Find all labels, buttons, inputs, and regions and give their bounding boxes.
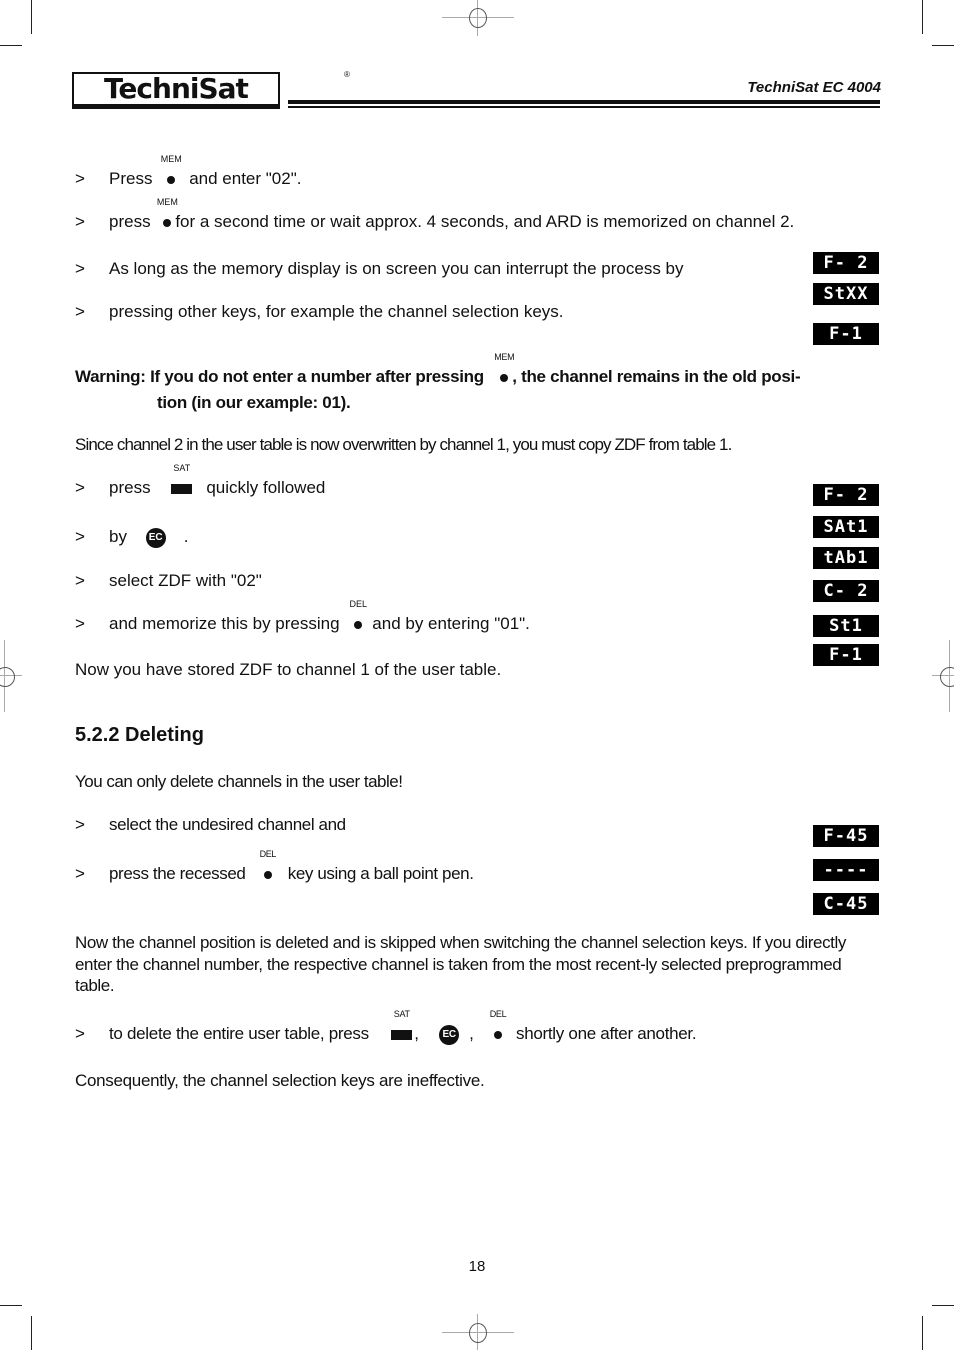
document-title: TechniSat EC 4004 bbox=[747, 79, 881, 96]
instruction-step: > select the undesired channel and bbox=[75, 815, 346, 834]
registered-mark: ® bbox=[344, 70, 350, 79]
warning-text-continued: tion (in our example: 01). bbox=[157, 393, 351, 412]
instruction-step: > select ZDF with "02" bbox=[75, 571, 262, 590]
logo-text: TechniSat bbox=[72, 72, 280, 106]
instruction-step: > Press MEM and enter "02". bbox=[75, 154, 302, 189]
header-rule bbox=[288, 106, 880, 108]
mem-button-icon bbox=[163, 218, 172, 227]
registration-mark-right bbox=[930, 640, 954, 712]
crop-mark bbox=[932, 1305, 954, 1306]
lcd-display: F-1 bbox=[813, 323, 879, 345]
instruction-step: > by EC. bbox=[75, 527, 189, 548]
lcd-display: StXX bbox=[813, 283, 879, 305]
result-text: Now you have stored ZDF to channel 1 of … bbox=[75, 660, 502, 679]
lcd-display: F- 2 bbox=[813, 252, 879, 274]
ec-button-icon: EC bbox=[439, 1024, 460, 1045]
registration-mark-top bbox=[442, 0, 514, 36]
sat-button-icon bbox=[391, 1029, 413, 1040]
crop-mark bbox=[922, 0, 923, 34]
instruction-step: > As long as the memory display is on scr… bbox=[75, 259, 684, 278]
crop-mark bbox=[31, 0, 32, 34]
lcd-display: F- 2 bbox=[813, 484, 879, 506]
technisat-logo: TechniSat ® bbox=[72, 70, 350, 109]
crop-mark bbox=[932, 45, 954, 46]
mem-key: MEM bbox=[157, 197, 178, 232]
del-key: DEL bbox=[260, 849, 276, 884]
registration-mark-left bbox=[0, 640, 24, 712]
warning-label: Warning: bbox=[75, 367, 146, 386]
ec-key: EC bbox=[439, 1024, 460, 1045]
mem-button-icon bbox=[167, 175, 176, 184]
header-rule bbox=[288, 100, 880, 104]
instruction-step: > press MEM for a second time or wait appr… bbox=[75, 197, 795, 232]
del-key: DEL bbox=[490, 1009, 507, 1044]
crop-mark bbox=[0, 1305, 22, 1306]
warning-text: Warning: If you do not enter a number af… bbox=[75, 352, 801, 387]
lcd-display: tAb1 bbox=[813, 547, 879, 569]
intro-text: You can only delete channels in the user… bbox=[75, 772, 403, 791]
registration-mark-bottom bbox=[442, 1314, 514, 1350]
sat-key: SAT bbox=[171, 463, 193, 498]
note-text: Since channel 2 in the user table is now… bbox=[75, 435, 732, 454]
lcd-display: ---- bbox=[813, 859, 879, 881]
ec-button-icon: EC bbox=[145, 527, 166, 548]
instruction-step: > press the recessed DEL key using a ball … bbox=[75, 849, 474, 884]
page-number: 18 bbox=[468, 1258, 486, 1275]
instruction-step: > and memorize this by pressing DEL and by… bbox=[75, 599, 530, 634]
lcd-display: F-45 bbox=[813, 825, 879, 847]
crop-mark bbox=[0, 45, 22, 46]
mem-key: MEM bbox=[161, 154, 182, 189]
instruction-step: > to delete the entire user table, press … bbox=[75, 1009, 697, 1045]
del-button-icon bbox=[263, 870, 272, 879]
sat-key: SAT bbox=[391, 1009, 413, 1044]
del-key: DEL bbox=[350, 599, 367, 634]
conclusion-text: Consequently, the channel selection keys… bbox=[75, 1071, 485, 1090]
del-button-icon bbox=[494, 1030, 503, 1039]
lcd-display: C-45 bbox=[813, 893, 879, 915]
mem-key: MEM bbox=[494, 352, 515, 387]
crop-mark bbox=[922, 1316, 923, 1350]
lcd-display: F-1 bbox=[813, 644, 879, 666]
mem-button-icon bbox=[500, 373, 509, 382]
ec-key: EC bbox=[145, 527, 166, 548]
instruction-step: > press SAT quickly followed bbox=[75, 463, 326, 498]
section-heading: 5.2.2 Deleting bbox=[75, 724, 204, 746]
lcd-display: St1 bbox=[813, 615, 879, 637]
explanation-paragraph: Now the channel position is deleted and … bbox=[75, 933, 846, 995]
crop-mark bbox=[31, 1316, 32, 1350]
sat-button-icon bbox=[171, 483, 193, 494]
del-button-icon bbox=[354, 620, 363, 629]
lcd-display: SAt1 bbox=[813, 516, 879, 538]
instruction-step: > pressing other keys, for example the ch… bbox=[75, 302, 564, 321]
lcd-display: C- 2 bbox=[813, 580, 879, 602]
